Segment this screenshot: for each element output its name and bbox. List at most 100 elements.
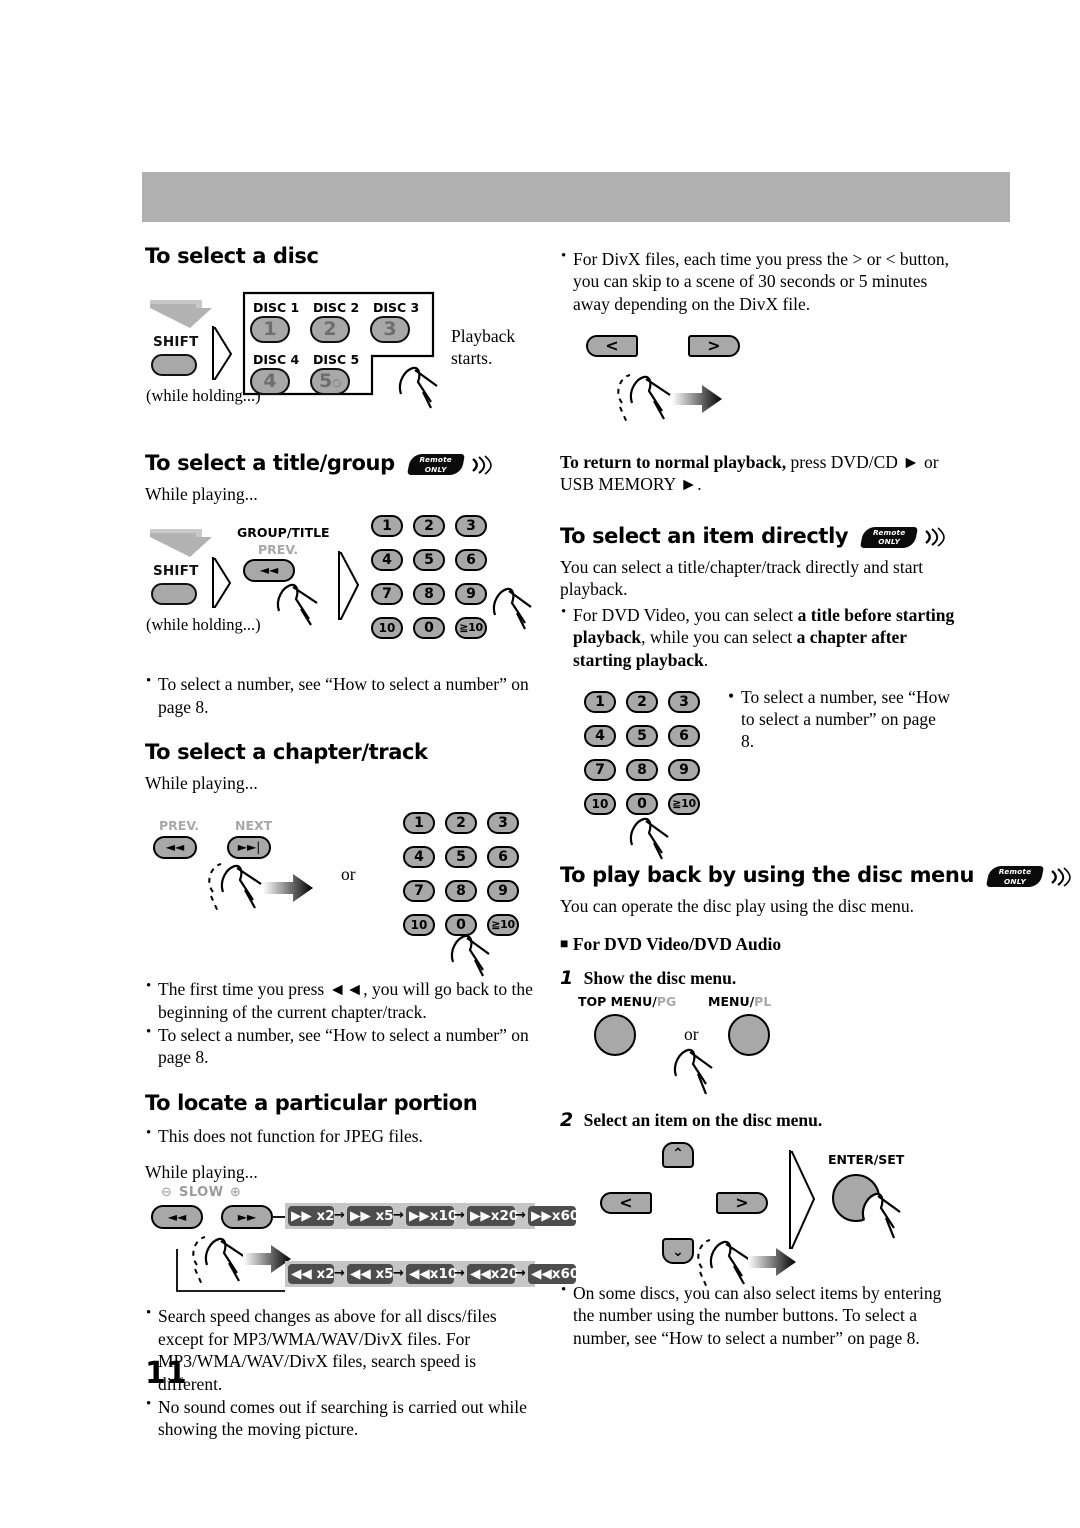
numkey-10[interactable]: 10	[371, 617, 403, 640]
numkey-2[interactable]: 2	[413, 515, 445, 538]
numkey-1[interactable]: 1	[584, 691, 616, 714]
heading-to-select-a-title-group: To select a title/group	[145, 451, 395, 475]
remote-only-badge: Remote ONLY	[406, 454, 465, 476]
numkey-1[interactable]: 1	[403, 812, 435, 835]
disc-4-key[interactable]: 4	[250, 368, 290, 395]
slow-plus-icon: ⊕	[230, 1185, 241, 1201]
list-item: For DVD Video, you can select a title be…	[560, 603, 958, 671]
disc-3-key[interactable]: 3	[370, 316, 410, 343]
disc-1-label: DISC 1	[253, 300, 300, 315]
list-item: To select a number, see “How to select a…	[145, 1023, 543, 1069]
figure-search-speed: ⊖ SLOW ⊕ ◄◄ ►► ▶▶ x2 → ▶▶ x5 → ▶▶x10 → ▶…	[145, 1185, 579, 1295]
chevron-right-outline-icon-2	[212, 557, 232, 609]
numkey-7[interactable]: 7	[371, 583, 403, 606]
right-arrow-button-2[interactable]: >	[716, 1191, 768, 1214]
disc-2-key[interactable]: 2	[310, 316, 350, 343]
step-1: 1 Show the disc menu.	[560, 966, 958, 990]
numkey-8[interactable]: 8	[626, 759, 658, 782]
forward-speed-strip: ▶▶ x2 → ▶▶ x5 → ▶▶x10 → ▶▶x20 → ▶▶x60	[285, 1203, 579, 1230]
numkey-4[interactable]: 4	[371, 549, 403, 572]
numkey-3[interactable]: 3	[487, 812, 519, 835]
right-column: For DivX files, each time you press the …	[560, 244, 1071, 1350]
bullets-locate-top: This does not function for JPEG files.	[145, 1124, 543, 1147]
numkey-2[interactable]: 2	[626, 691, 658, 714]
numkey-1[interactable]: 1	[371, 515, 403, 538]
chip-rev-x10: ◀◀x10	[406, 1264, 457, 1285]
press-gesture-icon	[208, 863, 313, 915]
disc-menu-intro: You can operate the disc play using the …	[560, 896, 914, 917]
shift-key-2[interactable]	[151, 583, 197, 606]
bullet-end: .	[703, 649, 709, 670]
numkey-9[interactable]: 9	[668, 759, 700, 782]
figure-divx-skip: < >	[560, 329, 958, 457]
disc-4-label: DISC 4	[253, 352, 300, 367]
bullets-select-item: For DVD Video, you can select a title be…	[560, 603, 958, 671]
numkey-10[interactable]: 10	[584, 793, 616, 816]
numkey-6[interactable]: 6	[668, 725, 700, 748]
numkey-3[interactable]: 3	[455, 515, 487, 538]
numkey-4[interactable]: 4	[403, 846, 435, 869]
number-keypad-2: 1 2 3 4 5 6 7 8 9 10 0 ≧10	[403, 812, 533, 942]
while-playing-note-3: While playing...	[145, 773, 258, 793]
numkey-5[interactable]: 5	[626, 725, 658, 748]
heading-to-select-an-item-directly: To select an item directly	[560, 523, 849, 548]
select-item-intro: You can select a title/chapter/track dir…	[560, 556, 924, 599]
playback-caption: Playback starts.	[451, 326, 516, 368]
up-arrow-button[interactable]: ⌃	[662, 1141, 694, 1168]
square-bullet-icon: ■	[560, 937, 569, 953]
disc-2-label: DISC 2	[313, 300, 360, 315]
numkey-8[interactable]: 8	[413, 583, 445, 606]
step-1-title: Show the disc menu.	[583, 967, 737, 988]
numkey-3[interactable]: 3	[668, 691, 700, 714]
bullets-chapter-track: The first time you press ◄◄, you will go…	[145, 977, 543, 1069]
figure-direction-keys: ⌃ < > ⌄ ENTER/SET	[560, 1140, 958, 1291]
figure-select-chapter-track: PREV. NEXT ◄◄ ►►| or 1 2 3 4 5 6 7 8 9 1…	[145, 800, 543, 977]
numkey-2[interactable]: 2	[445, 812, 477, 835]
prev-label: PREV.	[159, 818, 200, 834]
left-arrow-button-2[interactable]: <	[600, 1191, 652, 1214]
chip-fwd-x5: ▶▶ x5	[347, 1206, 394, 1227]
chevron-right-outline-icon-3	[338, 551, 360, 621]
finger-pointer-icon-2	[276, 584, 318, 626]
numkey-7[interactable]: 7	[403, 880, 435, 903]
numkey-5[interactable]: 5	[445, 846, 477, 869]
list-item: The first time you press ◄◄, you will go…	[145, 977, 543, 1023]
down-arrow-icon	[150, 300, 212, 328]
numkey-9[interactable]: 9	[487, 880, 519, 903]
chip-fwd-x10: ▶▶x10	[406, 1206, 457, 1227]
section-disc-menu-header: To play back by using the disc menu Remo…	[560, 863, 1071, 893]
step-1-number: 1	[560, 966, 574, 989]
ir-waves-icon-2	[922, 527, 945, 547]
header-band	[142, 172, 1010, 222]
left-arrow-button[interactable]: <	[586, 335, 638, 358]
top-menu-button[interactable]	[594, 1013, 636, 1056]
heading-to-select-a-disc: To select a disc	[145, 244, 319, 268]
disc-5-key[interactable]: 5○	[310, 368, 350, 395]
shift-key[interactable]	[151, 354, 197, 376]
bullets-disc-menu: On some discs, you can also select items…	[560, 1281, 958, 1349]
finger-pointer-icon-4	[450, 935, 490, 977]
press-gesture-icon-3	[617, 374, 722, 426]
disc-5-label: DISC 5	[313, 352, 360, 367]
numkey-4[interactable]: 4	[584, 725, 616, 748]
numkey-5[interactable]: 5	[413, 549, 445, 572]
numkey-8[interactable]: 8	[445, 880, 477, 903]
manual-page: To select a disc SHIFT (while holding...…	[0, 0, 1080, 1528]
shift-label: SHIFT	[153, 334, 199, 350]
numkey-6[interactable]: 6	[455, 549, 487, 572]
menu-button[interactable]	[728, 1013, 770, 1056]
numkey-over10[interactable]: ≧10	[455, 617, 487, 640]
numkey-9[interactable]: 9	[455, 583, 487, 606]
remote-only-badge-2: Remote ONLY	[860, 526, 919, 549]
prev-key-2[interactable]: ◄◄	[153, 836, 197, 860]
numkey-10[interactable]: 10	[403, 914, 435, 937]
top-menu-label: TOP MENU/PG	[578, 993, 677, 1009]
disc-3-label: DISC 3	[373, 300, 420, 315]
numkey-0[interactable]: 0	[413, 617, 445, 640]
disc-1-key[interactable]: 1	[250, 316, 290, 343]
numkey-6[interactable]: 6	[487, 846, 519, 869]
right-arrow-button[interactable]: >	[688, 335, 740, 358]
numkey-7[interactable]: 7	[584, 759, 616, 782]
next-label: NEXT	[235, 818, 273, 834]
chevron-right-outline-icon-4	[789, 1149, 816, 1249]
